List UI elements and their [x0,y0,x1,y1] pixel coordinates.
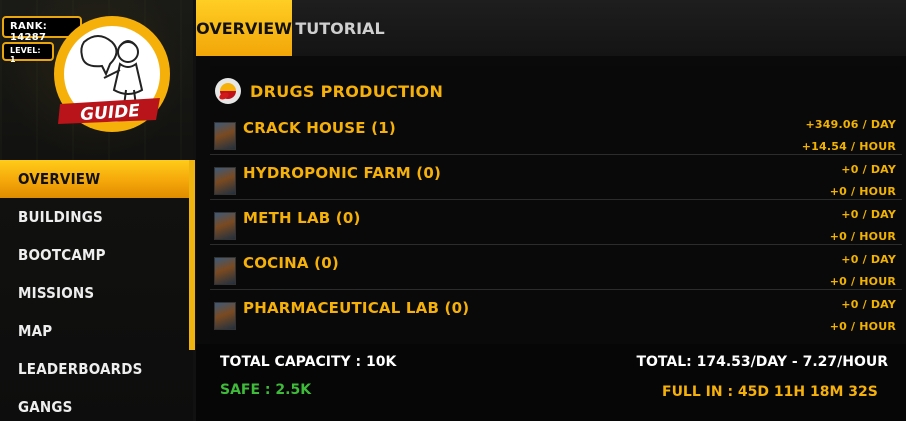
production-per-hour: +0 / HOUR [829,275,896,288]
building-name: COCINA (0) [243,254,339,272]
main-content: OVERVIEW TUTORIAL DRUGS PRODUCTION CRACK… [196,0,906,421]
building-thumbnail [214,122,236,150]
building-name: PHARMACEUTICAL LAB (0) [243,299,470,317]
nav-item-gangs[interactable]: GANGS [0,388,190,421]
nav-scrollbar[interactable] [189,160,195,350]
building-name: HYDROPONIC FARM (0) [243,164,442,182]
production-summary: TOTAL CAPACITY : 10K SAFE : 2.5K TOTAL: … [196,344,906,421]
building-thumbnail [214,302,236,330]
building-name: CRACK HOUSE (1) [243,119,396,137]
building-thumbnail [214,212,236,240]
guide-avatar-icon[interactable]: GUIDE [50,12,174,136]
building-row[interactable]: PHARMACEUTICAL LAB (0) +0 / DAY +0 / HOU… [210,290,902,335]
nav-item-leaderboards[interactable]: LEADERBOARDS [0,350,190,388]
section-title: DRUGS PRODUCTION [250,81,444,101]
production-per-hour: +0 / HOUR [829,185,896,198]
building-thumbnail [214,257,236,285]
drugs-production-panel: DRUGS PRODUCTION CRACK HOUSE (1) +349.06… [210,66,902,344]
production-per-hour: +0 / HOUR [829,320,896,333]
production-per-day: +0 / DAY [841,253,896,266]
full-in-timer: FULL IN : 45D 11H 18M 32S [662,384,878,400]
production-per-hour: +0 / HOUR [829,230,896,243]
building-name: METH LAB (0) [243,209,361,227]
building-thumbnail [214,167,236,195]
nav-item-buildings[interactable]: BUILDINGS [0,198,190,236]
tab-tutorial[interactable]: TUTORIAL [292,0,388,56]
production-per-day: +0 / DAY [841,208,896,221]
pills-icon [215,78,241,104]
nav-item-overview[interactable]: OVERVIEW [0,160,190,198]
level-badge: LEVEL: 1 [2,42,54,64]
tab-overview[interactable]: OVERVIEW [196,0,292,56]
nav-item-map[interactable]: MAP [0,312,190,350]
guide-logo-text: GUIDE [80,101,141,125]
nav-item-missions[interactable]: MISSIONS [0,274,190,312]
production-per-day: +349.06 / DAY [805,118,896,131]
tab-bar: OVERVIEW TUTORIAL [196,0,906,56]
total-capacity: TOTAL CAPACITY : 10K [220,354,397,370]
building-row[interactable]: METH LAB (0) +0 / DAY +0 / HOUR [210,200,902,245]
main-nav: OVERVIEW BUILDINGS BOOTCAMP MISSIONS MAP… [0,160,190,421]
total-production-rate: TOTAL: 174.53/DAY - 7.27/HOUR [636,354,888,370]
building-row[interactable]: HYDROPONIC FARM (0) +0 / DAY +0 / HOUR [210,155,902,200]
nav-item-bootcamp[interactable]: BOOTCAMP [0,236,190,274]
building-row[interactable]: CRACK HOUSE (1) +349.06 / DAY +14.54 / H… [210,110,902,155]
safe-capacity: SAFE : 2.5K [220,382,312,398]
building-row[interactable]: COCINA (0) +0 / DAY +0 / HOUR [210,245,902,290]
production-per-day: +0 / DAY [841,163,896,176]
production-per-day: +0 / DAY [841,298,896,311]
sidebar: RANK: 14287 LEVEL: 1 GUIDE OVERVIEW BUIL… [0,0,196,421]
section-header: DRUGS PRODUCTION [214,76,443,106]
production-per-hour: +14.54 / HOUR [801,140,896,153]
